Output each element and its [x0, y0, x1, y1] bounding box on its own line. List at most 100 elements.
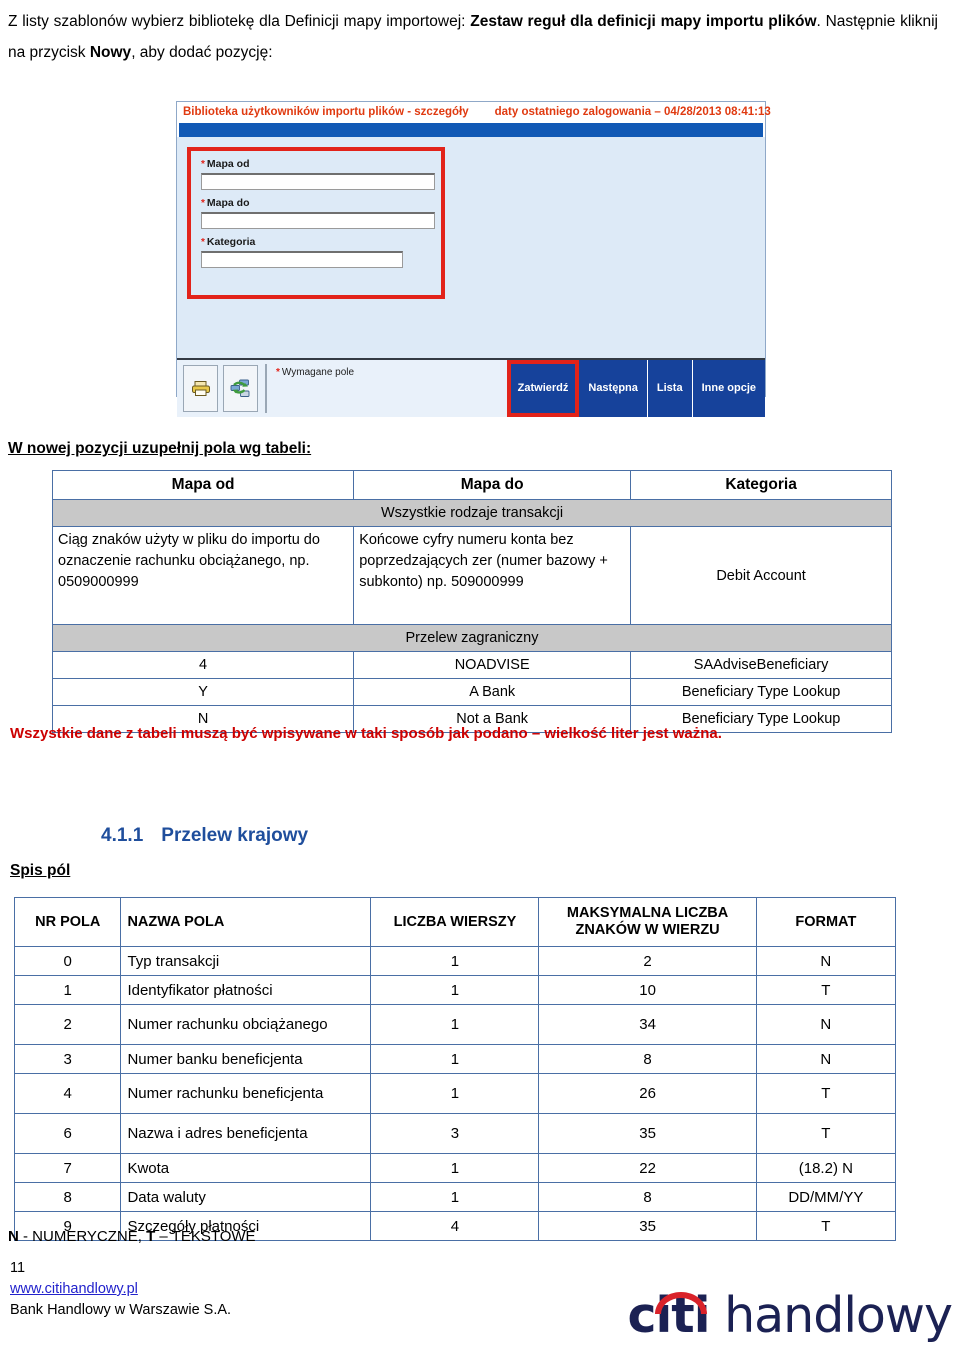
printer-icon [191, 381, 210, 396]
mapping-rules-table: Mapa od Mapa do Kategoria Wszystkie rodz… [51, 470, 892, 733]
app-last-login: daty ostatniego zalogowania – 04/28/2013… [494, 106, 771, 118]
cell-nazwa: Nazwa i adres beneficjenta [120, 1113, 372, 1154]
th-kategoria: Kategoria [630, 470, 892, 500]
cell-mapa-do-desc: Końcowe cyfry numeru konta bez poprzedza… [353, 526, 632, 625]
cell-wierszy: 1 [370, 946, 540, 976]
field-mapa-do-label: * Mapa do [201, 197, 431, 210]
field-list-table: NR POLA NAZWA POLA LICZBA WIERSZY MAKSYM… [13, 897, 897, 1241]
intro-paragraph: Z listy szablonów wybierz bibliotekę dla… [8, 6, 938, 68]
mapa-od-input[interactable] [201, 173, 435, 190]
cell-format: T [755, 1211, 897, 1241]
cell-mapa-od-desc: Ciąg znaków użyty w pliku do importu do … [51, 526, 355, 625]
page-number: 11 [10, 1260, 26, 1276]
intro-bold-2: Nowy [89, 44, 132, 61]
print-button[interactable] [183, 365, 218, 412]
table-band-row: Przelew zagraniczny [52, 624, 892, 652]
cell-format: T [755, 1113, 897, 1154]
heading-number: 4.1.1 [101, 825, 144, 846]
footer-url-link[interactable]: www.citihandlowy.pl [10, 1279, 231, 1300]
citi-handlowy-logo: citi handlowy [627, 1287, 953, 1344]
th-nr-pola: NR POLA [13, 897, 122, 947]
required-asterisk-icon: * [276, 367, 280, 378]
required-field-note-text: Wymagane pole [281, 367, 355, 378]
cell-nr: 0 [13, 946, 122, 976]
cell-mapa-od: Y [51, 678, 355, 706]
field-kategoria-label: * Kategoria [201, 236, 431, 249]
table-row: 8 Data waluty 1 8 DD/MM/YY [13, 1182, 897, 1212]
cell-wierszy: 1 [370, 1153, 540, 1183]
cell-nazwa: Identyfikator płatności [120, 975, 372, 1005]
cell-znakow: 35 [538, 1113, 757, 1154]
table-row: 7 Kwota 1 22 (18.2) N [13, 1153, 897, 1183]
cell-mapa-od: 4 [51, 651, 355, 679]
table-row: 4 NOADVISE SAAdviseBeneficiary [51, 651, 892, 679]
cell-znakow: 2 [538, 946, 757, 976]
cell-nazwa: Numer banku beneficjenta [120, 1044, 372, 1074]
cell-mapa-do: A Bank [353, 678, 632, 706]
citi-arc-icon [655, 1292, 708, 1314]
legend-n-text: - NUMERYCZNE, [18, 1228, 147, 1245]
app-form-body: * Mapa od * Mapa do * Kategoria [177, 137, 765, 358]
th-mapa-do: Mapa do [353, 470, 632, 500]
cell-nr: 4 [13, 1073, 122, 1114]
app-footer-toolbar: * Wymagane pole Zatwierdź Następna Lista … [177, 358, 765, 417]
table-row: 2 Numer rachunku obciążanego 1 34 N [13, 1004, 897, 1045]
cell-kategoria: SAAdviseBeneficiary [630, 651, 892, 679]
cell-format: N [755, 946, 897, 976]
field-mapa-od: * Mapa od [201, 158, 435, 190]
cell-nazwa: Typ transakcji [120, 946, 372, 976]
legend-n: N [8, 1228, 19, 1245]
logo-handlowy-text: handlowy [724, 1287, 953, 1344]
export-network-button[interactable] [223, 365, 258, 412]
cell-wierszy: 1 [370, 1044, 540, 1074]
table-band-row: Wszystkie rodzaje transakcji [52, 499, 892, 527]
cell-format: (18.2) N [755, 1153, 897, 1183]
th-liczba-wierszy: LICZBA WIERSZY [370, 897, 540, 947]
app-title: Biblioteka użytkowników importu plików -… [183, 106, 469, 118]
cell-mapa-do: NOADVISE [353, 651, 632, 679]
cell-format: T [755, 1073, 897, 1114]
page-heading: 4.1.1 Przelew krajowy [101, 825, 308, 847]
heading-text: Przelew krajowy [161, 825, 309, 846]
cell-nr: 1 [13, 975, 122, 1005]
cell-kategoria: Beneficiary Type Lookup [630, 678, 892, 706]
warning-text: Wszystkie dane z tabeli muszą być wpisyw… [10, 725, 722, 742]
nastepna-button[interactable]: Następna [579, 360, 648, 417]
lista-button[interactable]: Lista [647, 360, 693, 417]
cell-nazwa: Numer rachunku beneficjenta [120, 1073, 372, 1114]
mapa-do-input[interactable] [201, 212, 435, 229]
cell-format: DD/MM/YY [755, 1182, 897, 1212]
table-header-row: Mapa od Mapa do Kategoria [51, 470, 892, 500]
cell-nr: 8 [13, 1182, 122, 1212]
band-przelew-zagraniczny: Przelew zagraniczny [52, 624, 892, 652]
cell-format: T [755, 975, 897, 1005]
legend-t-text: – TEKSTOWE [155, 1228, 256, 1245]
page-footer: 11 www.citihandlowy.pl Bank Handlowy w W… [10, 1258, 231, 1321]
field-kategoria: * Kategoria [201, 236, 431, 268]
app-button-group: Zatwierdź Następna Lista Inne opcje [506, 360, 765, 417]
field-mapa-od-label: * Mapa od [201, 158, 431, 171]
cell-format: N [755, 1004, 897, 1045]
zatwierdz-button[interactable]: Zatwierdź [506, 360, 580, 417]
field-mapa-do: * Mapa do [201, 197, 435, 229]
table-row: 0 Typ transakcji 1 2 N [13, 946, 897, 976]
intro-text-3: , aby dodać pozycję: [131, 44, 273, 61]
kategoria-input[interactable] [201, 251, 403, 268]
field-mapa-do-label-text: Mapa do [206, 197, 250, 209]
cell-format: N [755, 1044, 897, 1074]
cell-nr: 2 [13, 1004, 122, 1045]
cell-znakow: 34 [538, 1004, 757, 1045]
cell-znakow: 10 [538, 975, 757, 1005]
inne-opcje-button[interactable]: Inne opcje [692, 360, 765, 417]
cell-nazwa: Kwota [120, 1153, 372, 1183]
band-wszystkie-transakcje: Wszystkie rodzaje transakcji [52, 499, 892, 527]
table-row: 1 Identyfikator płatności 1 10 T [13, 975, 897, 1005]
cell-kategoria-debit-account: Debit Account [630, 526, 892, 625]
table-row: 3 Numer banku beneficjenta 1 8 N [13, 1044, 897, 1074]
form-fields-highlight-box: * Mapa od * Mapa do * Kategoria [187, 147, 445, 299]
cell-nr: 7 [13, 1153, 122, 1183]
th-nazwa-pola: NAZWA POLA [120, 897, 372, 947]
table-row: Y A Bank Beneficiary Type Lookup [51, 678, 892, 706]
table-row: 4 Numer rachunku beneficjenta 1 26 T [13, 1073, 897, 1114]
field-mapa-od-label-text: Mapa od [206, 158, 250, 170]
